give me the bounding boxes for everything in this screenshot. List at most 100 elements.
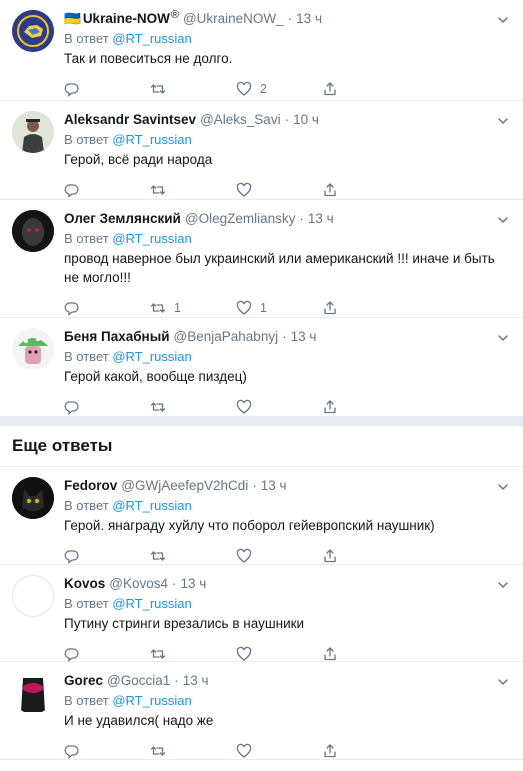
avatar[interactable] bbox=[12, 111, 54, 153]
avatar[interactable] bbox=[12, 672, 54, 714]
display-name[interactable]: Ukraine-NOW bbox=[83, 10, 170, 28]
retweet-button[interactable]: 1 bbox=[150, 300, 236, 316]
timestamp[interactable]: 13 ч bbox=[261, 477, 287, 495]
chevron-down-icon[interactable] bbox=[495, 674, 511, 690]
reply-to-link[interactable]: @RT_russian bbox=[112, 693, 191, 708]
reply-prefix: В ответ bbox=[64, 31, 109, 46]
reply-to-link[interactable]: @RT_russian bbox=[112, 349, 191, 364]
like-button[interactable]: 1 bbox=[236, 300, 322, 316]
retweet-button[interactable] bbox=[150, 399, 236, 415]
display-name[interactable]: Олег Землянский bbox=[64, 210, 181, 228]
user-handle[interactable]: @GWjAeefepV2hCdi bbox=[121, 477, 248, 495]
like-button[interactable] bbox=[236, 399, 322, 415]
user-handle[interactable]: @Goccia1 bbox=[107, 672, 170, 690]
reply-button[interactable] bbox=[64, 399, 150, 415]
separator-dot: · bbox=[299, 211, 304, 226]
timestamp[interactable]: 13 ч bbox=[296, 10, 322, 28]
share-button[interactable] bbox=[322, 646, 408, 662]
like-button[interactable] bbox=[236, 743, 322, 759]
reply-to-link[interactable]: @RT_russian bbox=[112, 132, 191, 147]
timestamp[interactable]: 13 ч bbox=[181, 575, 207, 593]
chevron-down-icon[interactable] bbox=[495, 330, 511, 346]
timestamp[interactable]: 13 ч bbox=[308, 210, 334, 228]
share-button[interactable] bbox=[322, 548, 408, 564]
reply-to-line: В ответ @RT_russian bbox=[64, 130, 511, 149]
tweet[interactable]: Беня Пахабный @BenjaPahabnyj · 13 ч В от… bbox=[0, 318, 523, 416]
tweet-actions bbox=[64, 390, 511, 424]
chevron-down-icon[interactable] bbox=[495, 12, 511, 28]
tweet[interactable]: Kovos @Kovos4 · 13 ч В ответ @RT_russian… bbox=[0, 565, 523, 662]
like-count: 1 bbox=[260, 301, 267, 315]
reply-icon bbox=[64, 302, 79, 316]
avatar[interactable] bbox=[12, 210, 54, 252]
share-button[interactable] bbox=[322, 81, 408, 97]
like-button[interactable] bbox=[236, 182, 322, 198]
reply-icon bbox=[64, 745, 79, 759]
share-button[interactable] bbox=[322, 399, 408, 415]
retweet-icon bbox=[150, 185, 166, 195]
avatar[interactable] bbox=[12, 328, 54, 370]
share-button[interactable] bbox=[322, 743, 408, 759]
retweet-button[interactable] bbox=[150, 646, 236, 662]
reply-button[interactable] bbox=[64, 81, 150, 97]
reply-prefix: В ответ bbox=[64, 596, 109, 611]
reply-to-link[interactable]: @RT_russian bbox=[112, 596, 191, 611]
user-handle[interactable]: @OlegZemliansky bbox=[185, 210, 296, 228]
separator-dot: · bbox=[282, 329, 287, 344]
user-handle[interactable]: @BenjaPahabnyj bbox=[174, 328, 279, 346]
retweet-button[interactable] bbox=[150, 548, 236, 564]
tweet[interactable]: Aleksandr Savintsev @Aleks_Savi · 10 ч В… bbox=[0, 101, 523, 200]
reply-button[interactable] bbox=[64, 300, 150, 316]
like-button[interactable]: 2 bbox=[236, 81, 322, 97]
retweet-icon bbox=[150, 402, 166, 412]
more-replies-heading: Еще ответы bbox=[0, 426, 523, 467]
reply-button[interactable] bbox=[64, 646, 150, 662]
reply-to-link[interactable]: @RT_russian bbox=[112, 31, 191, 46]
reply-button[interactable] bbox=[64, 548, 150, 564]
tweet-header: Fedorov @GWjAeefepV2hCdi · 13 ч bbox=[64, 477, 511, 495]
separator-dot: · bbox=[172, 576, 177, 591]
tweet[interactable]: Fedorov @GWjAeefepV2hCdi · 13 ч В ответ … bbox=[0, 467, 523, 565]
share-icon bbox=[324, 82, 336, 96]
tweet-header: Gorec @Goccia1 · 13 ч bbox=[64, 672, 511, 690]
timestamp[interactable]: 10 ч bbox=[293, 111, 319, 129]
separator-dot: · bbox=[287, 11, 293, 26]
retweet-icon bbox=[150, 84, 166, 94]
share-button[interactable] bbox=[322, 182, 408, 198]
like-icon bbox=[236, 300, 252, 315]
share-icon bbox=[324, 400, 336, 414]
reply-to-link[interactable]: @RT_russian bbox=[112, 498, 191, 513]
display-name[interactable]: Aleksandr Savintsev bbox=[64, 111, 196, 129]
display-name[interactable]: Беня Пахабный bbox=[64, 328, 170, 346]
chevron-down-icon[interactable] bbox=[495, 479, 511, 495]
reply-to-line: В ответ @RT_russian bbox=[64, 691, 511, 710]
like-icon bbox=[236, 81, 252, 96]
share-button[interactable] bbox=[322, 300, 408, 316]
chevron-down-icon[interactable] bbox=[495, 113, 511, 129]
user-handle[interactable]: @UkraineNOW_ bbox=[183, 10, 284, 28]
tweet[interactable]: 🇺🇦 Ukraine-NOW ® @UkraineNOW_ · 13 ч В о… bbox=[0, 0, 523, 101]
tweet[interactable]: Олег Землянский @OlegZemliansky · 13 ч В… bbox=[0, 200, 523, 318]
retweet-button[interactable] bbox=[150, 743, 236, 759]
reply-button[interactable] bbox=[64, 743, 150, 759]
avatar[interactable] bbox=[12, 10, 54, 52]
display-name[interactable]: Fedorov bbox=[64, 477, 117, 495]
chevron-down-icon[interactable] bbox=[495, 577, 511, 593]
retweet-button[interactable] bbox=[150, 182, 236, 198]
avatar[interactable] bbox=[12, 575, 54, 617]
reply-button[interactable] bbox=[64, 182, 150, 198]
avatar[interactable] bbox=[12, 477, 54, 519]
timestamp[interactable]: 13 ч bbox=[183, 672, 209, 690]
display-name[interactable]: Gorec bbox=[64, 672, 103, 690]
user-handle[interactable]: @Aleks_Savi bbox=[200, 111, 281, 129]
retweet-button[interactable] bbox=[150, 81, 236, 97]
timestamp[interactable]: 13 ч bbox=[291, 328, 317, 346]
reply-to-link[interactable]: @RT_russian bbox=[112, 231, 191, 246]
reply-to-line: В ответ @RT_russian bbox=[64, 347, 511, 366]
user-handle[interactable]: @Kovos4 bbox=[109, 575, 168, 593]
tweet[interactable]: Gorec @Goccia1 · 13 ч В ответ @RT_russia… bbox=[0, 662, 523, 760]
chevron-down-icon[interactable] bbox=[495, 212, 511, 228]
like-button[interactable] bbox=[236, 646, 322, 662]
display-name[interactable]: Kovos bbox=[64, 575, 105, 593]
like-button[interactable] bbox=[236, 548, 322, 564]
